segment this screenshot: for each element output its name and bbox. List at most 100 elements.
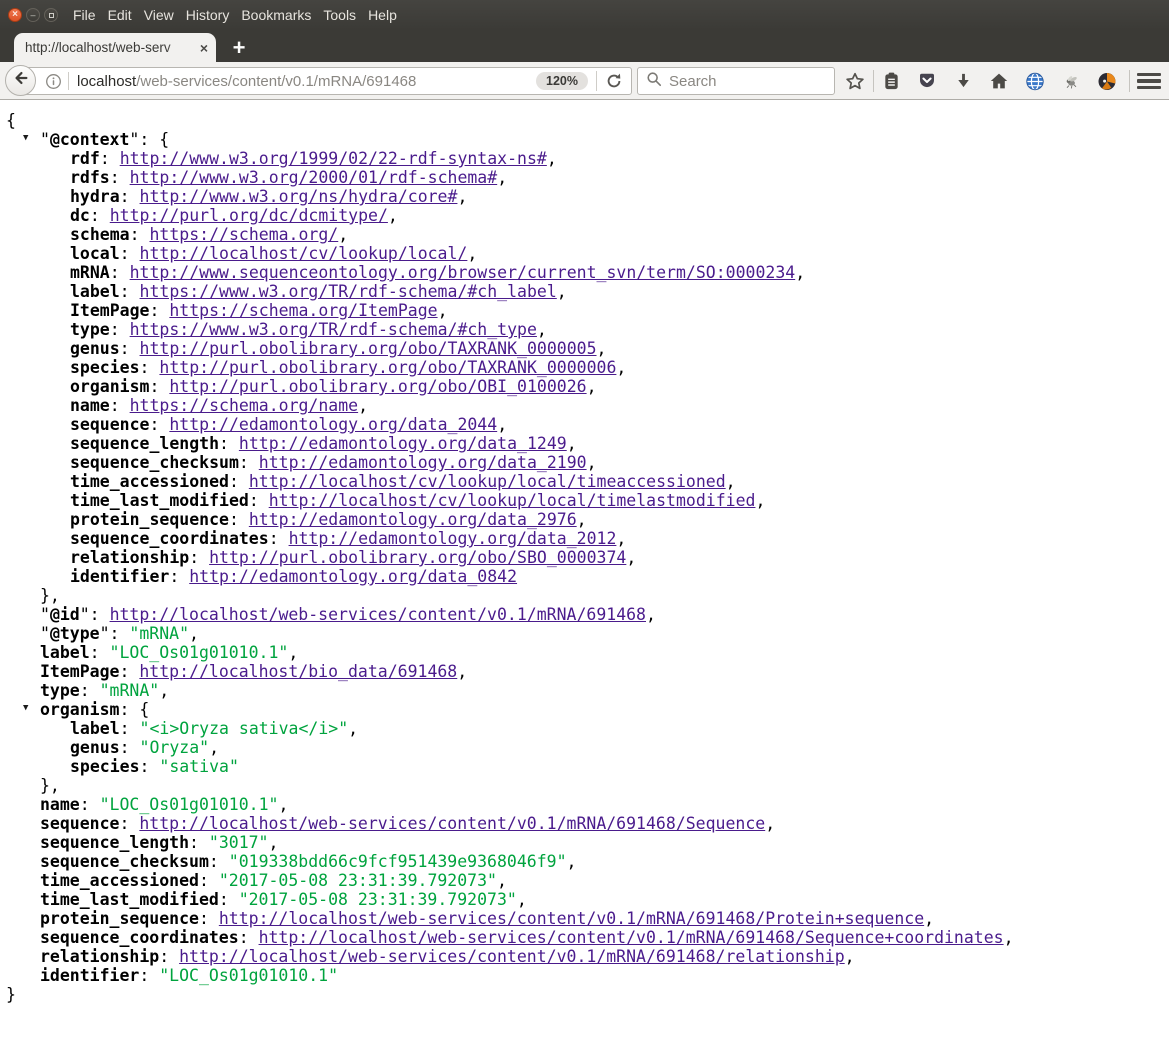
json-punct: , [597,339,607,358]
json-link[interactable]: http://edamontology.org/data_2012 [289,529,617,548]
json-line: genus: http://purl.obolibrary.org/obo/TA… [0,339,1169,358]
collapse-toggle-icon[interactable]: ▼ [23,704,28,713]
json-punct: : { [119,700,149,719]
json-link[interactable]: http://purl.obolibrary.org/obo/SBO_00003… [209,548,626,567]
new-tab-button[interactable]: + [224,33,254,62]
json-punct: , [467,244,477,263]
menu-edit[interactable]: Edit [102,0,138,30]
json-key: name [70,396,110,415]
json-punct: : [90,643,110,662]
json-link[interactable]: http://purl.obolibrary.org/obo/TAXRANK_0… [159,358,616,377]
json-link[interactable]: http://www.w3.org/2000/01/rdf-schema# [130,168,498,187]
back-button[interactable] [5,65,36,96]
json-punct: , [587,453,597,472]
active-tab[interactable]: http://localhost/web-serv × [14,33,216,62]
json-link[interactable]: http://purl.obolibrary.org/obo/TAXRANK_0… [140,339,597,358]
json-link[interactable]: http://purl.obolibrary.org/obo/OBI_01000… [169,377,586,396]
json-key: identifier [40,966,139,985]
json-punct: , [1004,928,1014,947]
menu-history[interactable]: History [180,0,236,30]
json-punct: , [577,510,587,529]
json-link[interactable]: https://schema.org/name [130,396,358,415]
json-link[interactable]: https://schema.org/ItemPage [169,301,437,320]
home-button[interactable] [989,71,1009,91]
json-link[interactable]: http://www.w3.org/1999/02/22-rdf-syntax-… [120,149,547,168]
json-punct: , [845,947,855,966]
tab-close-icon[interactable]: × [200,41,208,55]
downloads-button[interactable] [953,71,973,91]
reload-button[interactable] [603,70,625,92]
json-link[interactable]: http://edamontology.org/data_2190 [259,453,587,472]
toolbar-icons [845,62,1117,100]
addon-orange-button[interactable] [1097,71,1117,91]
bookmark-star-button[interactable] [845,71,865,91]
orange-pie-icon [1097,71,1117,92]
json-key: ItemPage [70,301,149,320]
json-punct: , [765,814,775,833]
zoom-level-indicator[interactable]: 120% [536,72,588,90]
star-icon [845,71,865,92]
json-link[interactable]: http://edamontology.org/data_1249 [239,434,567,453]
json-link[interactable]: http://localhost/web-services/content/v0… [259,928,1004,947]
json-punct: : [149,415,169,434]
window-maximize-button[interactable] [44,8,58,22]
json-link[interactable]: https://www.w3.org/TR/rdf-schema/#ch_typ… [130,320,537,339]
menu-tools[interactable]: Tools [317,0,362,30]
json-punct: : [199,909,219,928]
json-line: hydra: http://www.w3.org/ns/hydra/core#, [0,187,1169,206]
json-link[interactable]: https://www.w3.org/TR/rdf-schema/#ch_lab… [140,282,557,301]
menu-help[interactable]: Help [362,0,403,30]
json-link[interactable]: http://purl.org/dc/dcmitype/ [110,206,388,225]
json-punct: : [149,301,169,320]
toolbar-divider [873,70,874,92]
pocket-button[interactable] [917,71,937,91]
addon-fly-button[interactable] [1061,71,1081,91]
json-link[interactable]: http://localhost/web-services/content/v0… [139,814,765,833]
json-link[interactable]: http://localhost/bio_data/691468 [139,662,457,681]
json-link[interactable]: http://localhost/web-services/content/v0… [179,947,845,966]
globe-icon [1025,71,1045,92]
json-link[interactable]: http://edamontology.org/data_0842 [189,567,517,586]
collapse-toggle-icon[interactable]: ▼ [23,134,28,143]
json-punct: , [517,890,527,909]
json-link[interactable]: http://www.w3.org/ns/hydra/core# [140,187,458,206]
json-line: ItemPage: https://schema.org/ItemPage, [0,301,1169,320]
pocket-icon [917,71,937,91]
json-link[interactable]: http://localhost/cv/lookup/local/ [140,244,468,263]
json-line: sequence: http://localhost/web-services/… [0,814,1169,833]
json-link[interactable]: http://localhost/cv/lookup/local/timelas… [269,491,756,510]
json-link[interactable]: http://localhost/web-services/content/v0… [110,605,646,624]
search-input[interactable]: Search [637,67,835,95]
json-punct: ": [100,624,130,643]
json-punct: : [119,814,139,833]
menu-file[interactable]: File [67,0,102,30]
window-titlebar: × – File Edit View History Bookmarks Too… [0,0,1169,30]
page-info-icon[interactable] [45,73,62,90]
json-punct: }, [40,776,60,795]
json-link[interactable]: http://edamontology.org/data_2044 [169,415,497,434]
json-line: dc: http://purl.org/dc/dcmitype/, [0,206,1169,225]
menu-hamburger-button[interactable] [1137,70,1161,92]
json-punct: , [438,301,448,320]
menu-view[interactable]: View [138,0,180,30]
window-close-button[interactable]: × [8,8,22,22]
json-key: label [70,282,120,301]
json-string: "mRNA" [129,624,189,643]
json-string: "2017-05-08 23:31:39.792073" [239,890,517,909]
json-punct: : [120,738,140,757]
window-minimize-button[interactable]: – [26,8,40,22]
json-punct: : [219,890,239,909]
json-punct: , [616,529,626,548]
json-link[interactable]: http://edamontology.org/data_2976 [249,510,577,529]
addon-globe-button[interactable] [1025,71,1045,91]
json-link[interactable]: http://localhost/web-services/content/v0… [219,909,924,928]
bookmarks-menu-button[interactable] [881,71,901,91]
json-line: schema: https://schema.org/, [0,225,1169,244]
json-link[interactable]: https://schema.org/ [149,225,338,244]
json-key: rdf [70,149,100,168]
url-bar[interactable]: localhost/web-services/content/v0.1/mRNA… [20,67,632,95]
json-link[interactable]: http://localhost/cv/lookup/local/timeacc… [249,472,726,491]
menu-bookmarks[interactable]: Bookmarks [235,0,317,30]
json-line: type: "mRNA", [0,681,1169,700]
json-link[interactable]: http://www.sequenceontology.org/browser/… [130,263,796,282]
